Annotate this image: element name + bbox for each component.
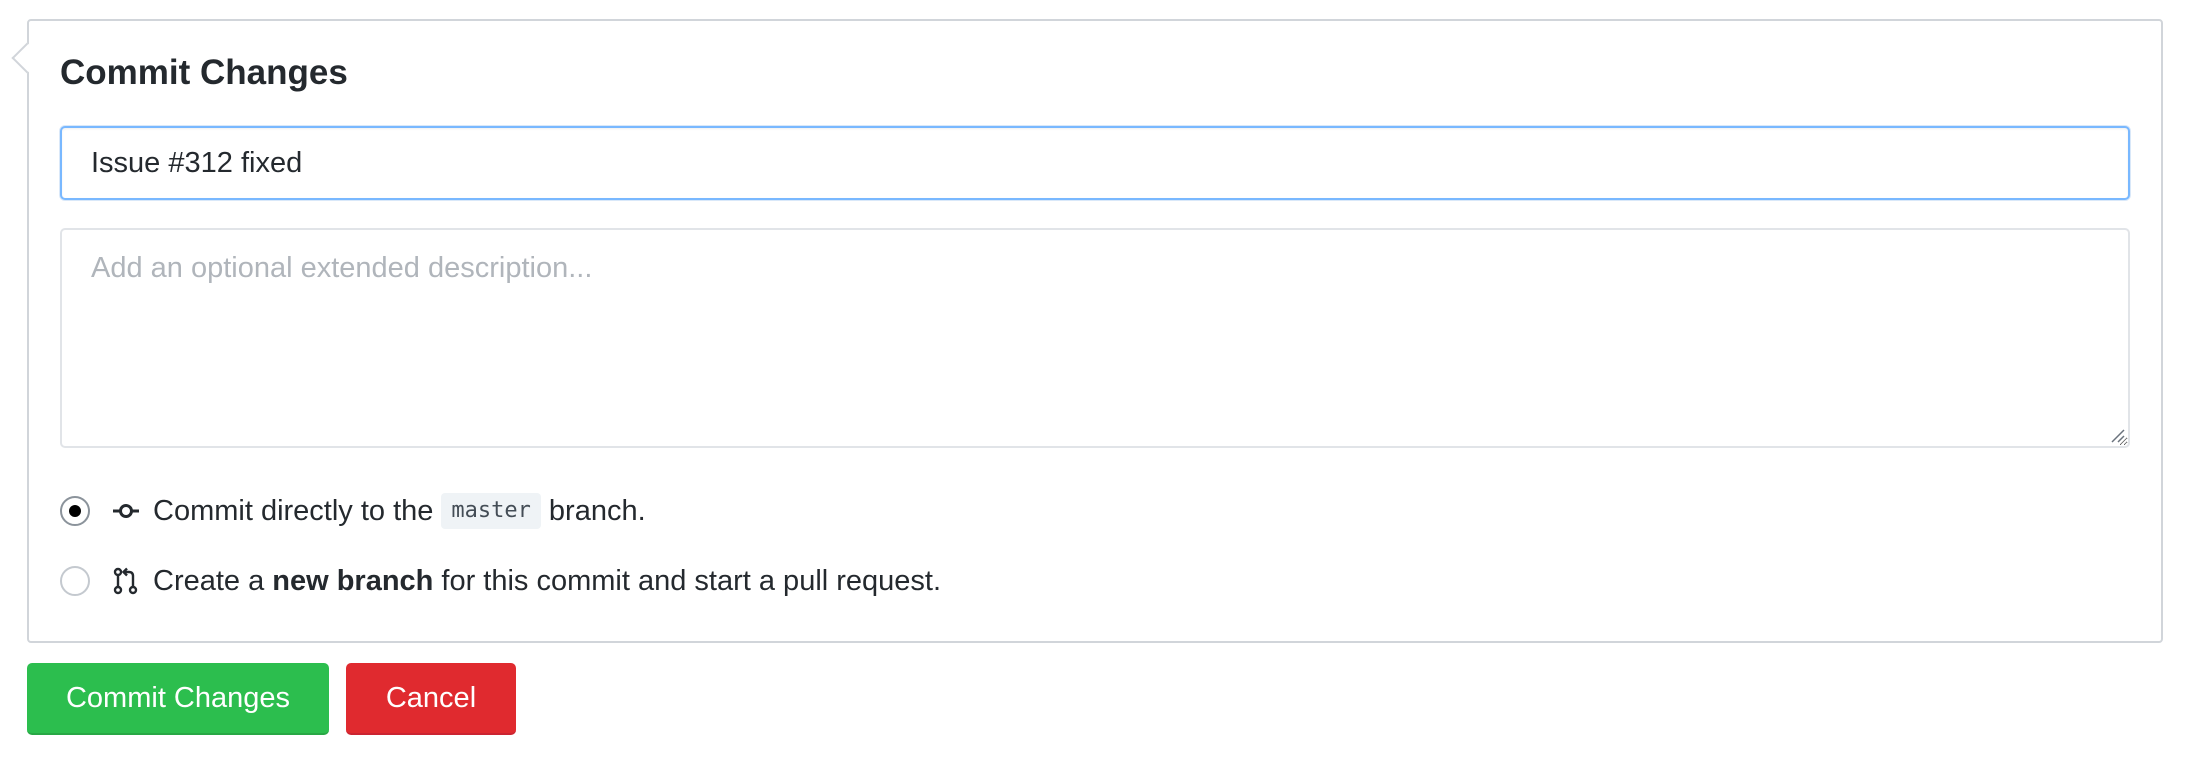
- new-branch-text-after: for this commit and start a pull request…: [441, 564, 942, 597]
- new-branch-option[interactable]: Create a new branch for this commit and …: [60, 561, 941, 601]
- commit-direct-text-before: Commit directly to the: [153, 494, 434, 527]
- new-branch-text-before: Create a: [153, 564, 265, 597]
- commit-panel: Commit Changes Commit directly to the ma…: [11, 19, 2163, 643]
- new-branch-bold-text: new branch: [272, 564, 434, 597]
- commit-description-textarea[interactable]: [60, 228, 2130, 448]
- commit-direct-option[interactable]: Commit directly to the master branch.: [60, 491, 646, 531]
- new-branch-label: Create a new branch for this commit and …: [153, 565, 941, 598]
- commit-title: Commit Changes: [60, 53, 348, 92]
- panel-caret: [11, 42, 43, 74]
- git-pull-request-icon: [113, 567, 138, 595]
- commit-summary-input[interactable]: [60, 126, 2130, 200]
- branch-name-badge: master: [441, 493, 541, 529]
- git-commit-icon: [113, 504, 139, 518]
- commit-page: Commit Changes Commit directly to the ma…: [0, 0, 2186, 762]
- commit-direct-radio[interactable]: [60, 496, 90, 526]
- commit-direct-label: Commit directly to the master branch.: [153, 493, 646, 529]
- commit-direct-text-after: branch.: [548, 494, 646, 527]
- commit-changes-button[interactable]: Commit Changes: [27, 663, 329, 735]
- new-branch-radio[interactable]: [60, 566, 90, 596]
- cancel-button[interactable]: Cancel: [346, 663, 516, 735]
